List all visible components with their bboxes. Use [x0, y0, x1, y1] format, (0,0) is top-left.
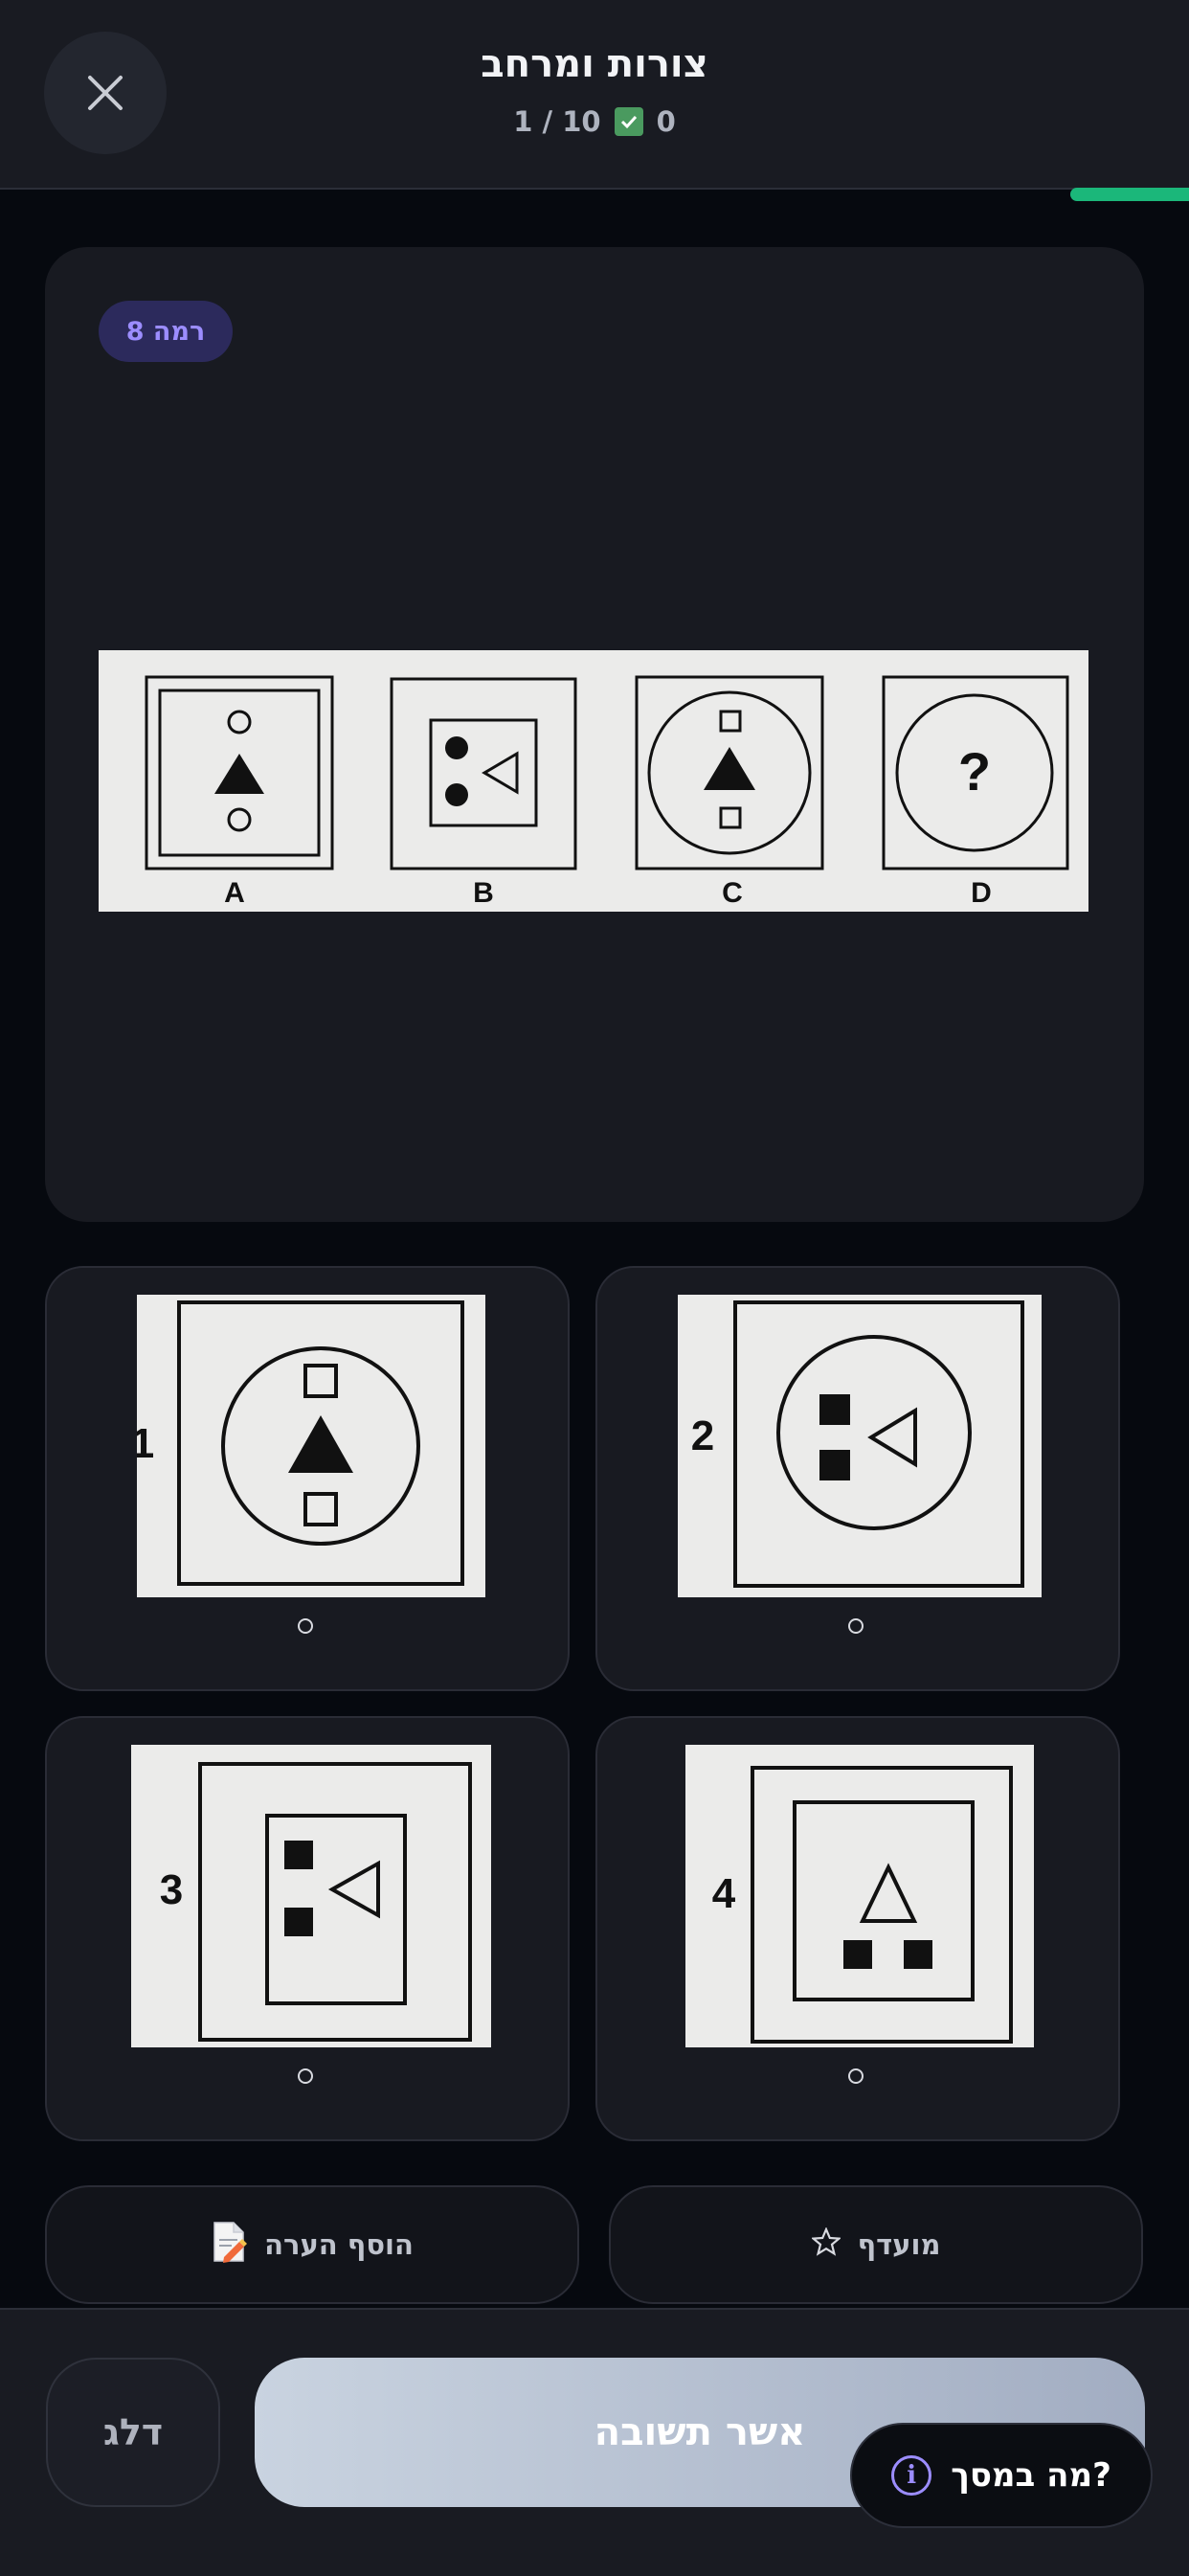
progress-bar: [0, 188, 1189, 201]
answer-option-3[interactable]: 3: [45, 1716, 570, 2141]
sequence-frame-a: [145, 675, 334, 870]
correct-count: 0: [656, 105, 676, 138]
info-icon: i: [891, 2455, 932, 2496]
add-note-label: הוסף הערה: [264, 2228, 414, 2261]
frame-label-a: A: [224, 877, 245, 909]
progress-bar-fill: [1069, 188, 1189, 201]
answer-option-1[interactable]: 1: [45, 1266, 570, 1691]
option-1-radio[interactable]: [298, 1618, 313, 1634]
star-icon: [810, 2226, 841, 2263]
page-title: צורות ומרחב: [481, 42, 708, 86]
note-icon: [211, 2221, 248, 2270]
whats-on-screen-button[interactable]: i מה במסך?: [850, 2423, 1153, 2528]
question-card: רמה 8 ? A B C D: [45, 247, 1144, 1222]
option-2-image: 2: [678, 1295, 1042, 1597]
answer-option-2[interactable]: 2: [595, 1266, 1120, 1691]
unknown-mark: ?: [958, 741, 991, 802]
option-3-image: 3: [131, 1745, 491, 2047]
top-bar: צורות ומרחב 1 / 10 0: [0, 0, 1189, 190]
sequence-frame-b: [390, 677, 577, 870]
question-image: ? A B C D: [99, 650, 1088, 912]
check-icon: [614, 107, 643, 136]
frame-label-d: D: [971, 877, 992, 909]
skip-button[interactable]: דלג: [46, 2358, 220, 2507]
add-note-button[interactable]: הוסף הערה: [45, 2185, 579, 2304]
frame-label-c: C: [722, 877, 743, 909]
option-1-number: 1: [137, 1420, 154, 1467]
frame-label-b: B: [473, 877, 494, 909]
whats-on-screen-label: מה במסך?: [951, 2456, 1111, 2495]
favorite-label: מועדף: [857, 2228, 941, 2261]
option-1-image: 1: [131, 1295, 485, 1597]
option-2-radio[interactable]: [848, 1618, 864, 1634]
favorite-button[interactable]: מועדף: [609, 2185, 1143, 2304]
option-4-number: 4: [712, 1870, 736, 1917]
progress-stats: 1 / 10 0: [0, 105, 1189, 138]
option-4-image: 4: [685, 1745, 1034, 2047]
option-3-radio[interactable]: [298, 2068, 313, 2084]
question-counter: 1 / 10: [513, 105, 601, 138]
answer-option-4[interactable]: 4: [595, 1716, 1120, 2141]
option-4-radio[interactable]: [848, 2068, 864, 2084]
option-2-number: 2: [691, 1412, 714, 1459]
option-3-number: 3: [160, 1866, 183, 1913]
sequence-frame-c: [635, 675, 824, 870]
level-badge: רמה 8: [99, 301, 233, 362]
